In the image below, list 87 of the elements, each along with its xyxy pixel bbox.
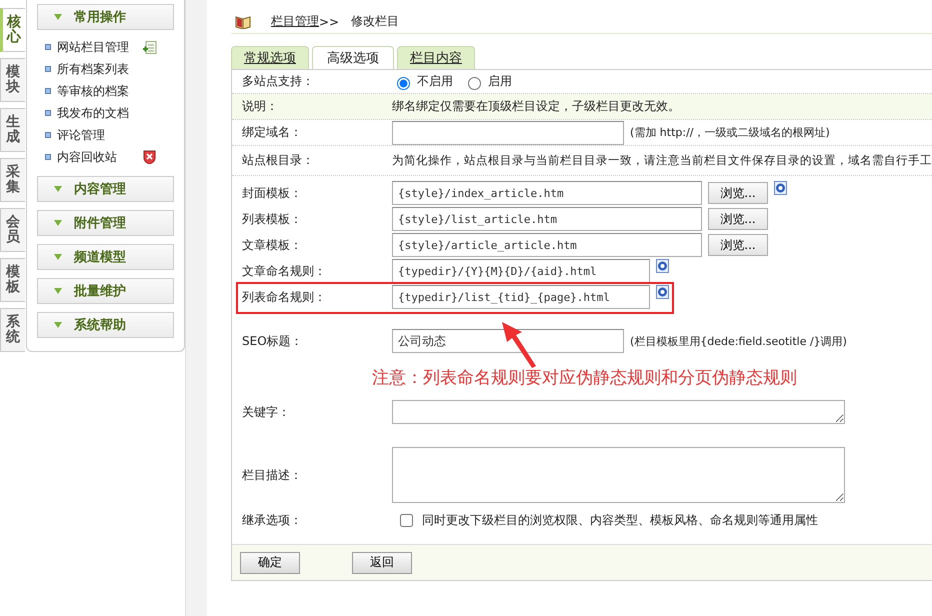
breadcrumb-link[interactable]: 栏目管理: [271, 13, 319, 30]
field-label: 关键字：: [242, 404, 291, 420]
field-label: 列表模板：: [242, 210, 303, 228]
menu-item[interactable]: 所有档案列表: [56, 60, 129, 78]
menu-title: 常用操作: [74, 9, 126, 26]
delete-icon: [142, 150, 156, 164]
caret-icon: [54, 322, 62, 328]
help-icon[interactable]: [774, 181, 787, 195]
bullet-icon: [44, 154, 51, 160]
field-label: 说明：: [242, 98, 279, 115]
browse-button[interactable]: 浏览...: [708, 182, 768, 204]
side-tab[interactable]: 会员: [0, 208, 25, 252]
checkbox-label: 同时更改下级栏目的浏览权限、内容类型、模板风格、命名规则等通用属性: [422, 512, 818, 528]
field-label: 站点根目录：: [242, 152, 315, 169]
form-button[interactable]: 返回: [352, 552, 412, 574]
menu-title: 附件管理: [74, 215, 126, 232]
bullet-icon: [44, 88, 51, 94]
caret-icon: [54, 14, 62, 20]
menu-title: 内容管理: [74, 180, 126, 198]
bullet-icon: [44, 110, 51, 116]
field-label: SEO标题：: [242, 332, 304, 350]
menu-header[interactable]: 附件管理: [36, 210, 174, 236]
checkbox[interactable]: [400, 514, 413, 526]
tab[interactable]: 常规选项: [231, 46, 309, 69]
browse-button[interactable]: 浏览...: [708, 234, 768, 256]
help-icon[interactable]: [656, 259, 669, 273]
radio-label: 不启用: [417, 73, 453, 90]
field-label: 列表命名规则：: [242, 288, 327, 306]
radio-button[interactable]: [468, 76, 481, 90]
page-title: 修改栏目: [351, 13, 400, 30]
text-field[interactable]: {typedir}/{Y}{M}{D}/{aid}.html: [392, 259, 650, 283]
note-text: 绑名绑定仅需要在顶级栏目设定，子级栏目更改无效。: [392, 98, 680, 115]
side-tab[interactable]: 核心: [0, 8, 25, 52]
text-field[interactable]: {style}/index_article.htm: [392, 181, 702, 205]
help-icon[interactable]: [656, 285, 669, 299]
field-label: 继承选项：: [242, 512, 303, 528]
menu-header[interactable]: 批量维护: [36, 278, 174, 304]
menu-item[interactable]: 等审核的档案: [56, 82, 129, 100]
field-label: 文章模板：: [242, 236, 303, 254]
field-label: 多站点支持：: [242, 73, 315, 90]
text-field[interactable]: [392, 120, 624, 144]
browse-button[interactable]: 浏览...: [708, 208, 768, 230]
menu-item[interactable]: 我发布的文档: [56, 104, 129, 122]
menu-item[interactable]: 网站栏目管理: [56, 38, 129, 56]
text-field[interactable]: {style}/list_article.htm: [392, 207, 702, 231]
field-label: 文章命名规则：: [242, 262, 327, 280]
side-tab[interactable]: 生成: [0, 108, 25, 152]
tab[interactable]: 高级选项: [312, 46, 394, 69]
hint-text: (需加 http://，一级或二级域名的根网址): [630, 125, 830, 140]
menu-header[interactable]: 系统帮助: [36, 312, 174, 338]
text-field[interactable]: {typedir}/list_{tid}_{page}.html: [392, 285, 650, 309]
side-tab[interactable]: 模块: [0, 58, 25, 102]
menu-title: 频道模型: [74, 249, 126, 266]
hint-text: (栏目模板里用{dede:field.seotitle /}调用): [630, 334, 847, 348]
menu-title: 批量维护: [74, 282, 126, 300]
side-tab[interactable]: 模板: [0, 258, 25, 302]
field-label: 栏目描述：: [242, 466, 303, 484]
caret-icon: [54, 288, 62, 294]
annotation-text: 注意：列表命名规则要对应伪静态规则和分页伪静态规则: [372, 366, 797, 388]
tab[interactable]: 栏目内容: [397, 46, 475, 69]
text-field[interactable]: {style}/article_article.htm: [392, 233, 702, 257]
caret-icon: [54, 254, 62, 260]
bullet-icon: [44, 44, 51, 50]
menu-header[interactable]: 内容管理: [36, 176, 174, 202]
add-page-icon: [142, 40, 157, 54]
menu-header[interactable]: 频道模型: [36, 244, 174, 270]
bullet-icon: [44, 66, 51, 72]
menu-item[interactable]: 内容回收站: [56, 148, 117, 166]
text-area[interactable]: [392, 447, 845, 503]
side-tab[interactable]: 系统: [0, 308, 25, 352]
menu-title: 系统帮助: [74, 316, 126, 334]
breadcrumb-separator: >>: [319, 14, 340, 28]
menu-item[interactable]: 评论管理: [56, 126, 105, 144]
info-text: 为简化操作，站点根目录与当前栏目目录一致，请注意当前栏目文件保存目录的设置，域名需自行手工: [392, 153, 932, 168]
book-icon: [235, 14, 251, 28]
text-field[interactable]: 公司动态: [392, 329, 624, 353]
menu-header[interactable]: 常用操作: [36, 4, 174, 30]
caret-icon: [54, 186, 62, 192]
bullet-icon: [44, 132, 51, 138]
side-tab[interactable]: 采集: [0, 158, 25, 202]
text-area[interactable]: [392, 400, 845, 424]
field-label: 封面模板：: [242, 184, 303, 202]
field-label: 绑定域名：: [242, 124, 303, 141]
radio-label: 启用: [488, 73, 512, 90]
form-button[interactable]: 确定: [240, 552, 300, 574]
radio-button[interactable]: [397, 76, 410, 90]
caret-icon: [54, 220, 62, 226]
